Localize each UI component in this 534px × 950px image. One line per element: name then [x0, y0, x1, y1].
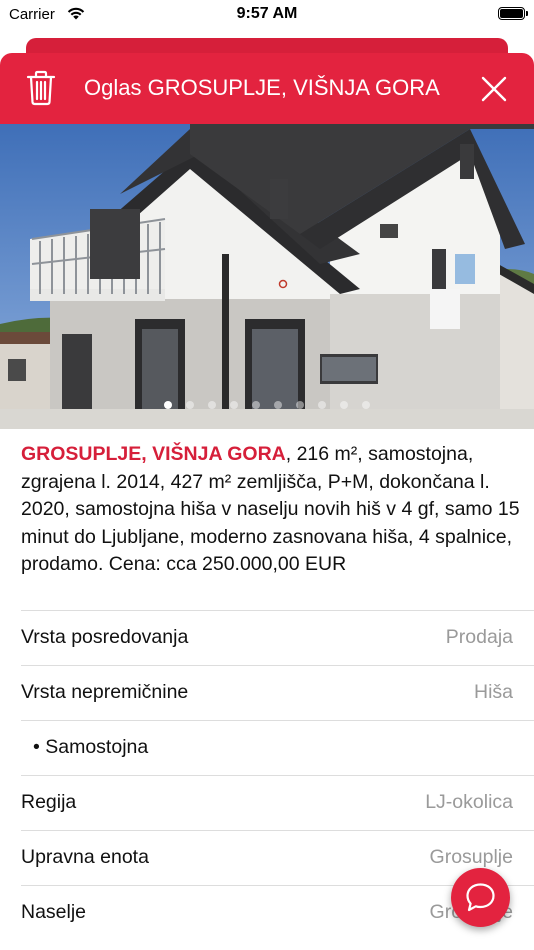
page-dot: [296, 401, 304, 409]
modal-header: Oglas GROSUPLJE, VIŠNJA GORA: [0, 53, 534, 124]
gallery-page-indicator[interactable]: [0, 401, 534, 409]
page-dot: [252, 401, 260, 409]
close-icon: [481, 76, 507, 102]
chat-button[interactable]: [451, 868, 510, 927]
page-dot: [362, 401, 370, 409]
battery-icon: [498, 7, 528, 20]
detail-label: Upravna enota: [21, 846, 149, 868]
detail-label: Vrsta posredovanja: [21, 626, 189, 648]
detail-value: LJ-okolica: [425, 791, 513, 813]
page-dot: [274, 401, 282, 409]
detail-row-vrsta-posredovanja[interactable]: Vrsta posredovanja Prodaja: [21, 610, 534, 665]
detail-value: Grosuplje: [429, 846, 513, 868]
trash-icon: [26, 70, 56, 106]
page-dot: [208, 401, 216, 409]
page-dot: [164, 401, 172, 409]
listing-description: GROSUPLJE, VIŠNJA GORA, 216 m², samostoj…: [21, 441, 521, 579]
chat-bubble-icon: [466, 883, 495, 912]
detail-row-samostojna[interactable]: • Samostojna: [21, 720, 534, 775]
detail-row-vrsta-nepremicnine[interactable]: Vrsta nepremičnine Hiša: [21, 665, 534, 720]
detail-label: Naselje: [21, 901, 87, 923]
modal-title: Oglas GROSUPLJE, VIŠNJA GORA: [84, 75, 440, 100]
property-photo-gallery[interactable]: [0, 124, 534, 429]
close-button[interactable]: [480, 75, 508, 103]
page-dot: [318, 401, 326, 409]
house-photo: [0, 124, 534, 429]
page-dot: [230, 401, 238, 409]
page-dot: [186, 401, 194, 409]
delete-button[interactable]: [26, 70, 56, 106]
detail-label: Vrsta nepremičnine: [21, 681, 189, 703]
clock: 9:57 AM: [236, 5, 298, 22]
detail-row-regija[interactable]: Regija LJ-okolica: [21, 775, 534, 830]
detail-label: • Samostojna: [33, 736, 149, 758]
page-dot: [340, 401, 348, 409]
detail-value: Prodaja: [445, 626, 513, 648]
detail-label: Regija: [21, 791, 77, 813]
status-bar: Carrier 9:57 AM: [0, 0, 534, 30]
detail-value: Hiša: [473, 681, 513, 703]
listing-location: GROSUPLJE, VIŠNJA GORA: [21, 443, 286, 465]
detail-row-upravna-enota[interactable]: Upravna enota Grosuplje: [21, 830, 534, 885]
